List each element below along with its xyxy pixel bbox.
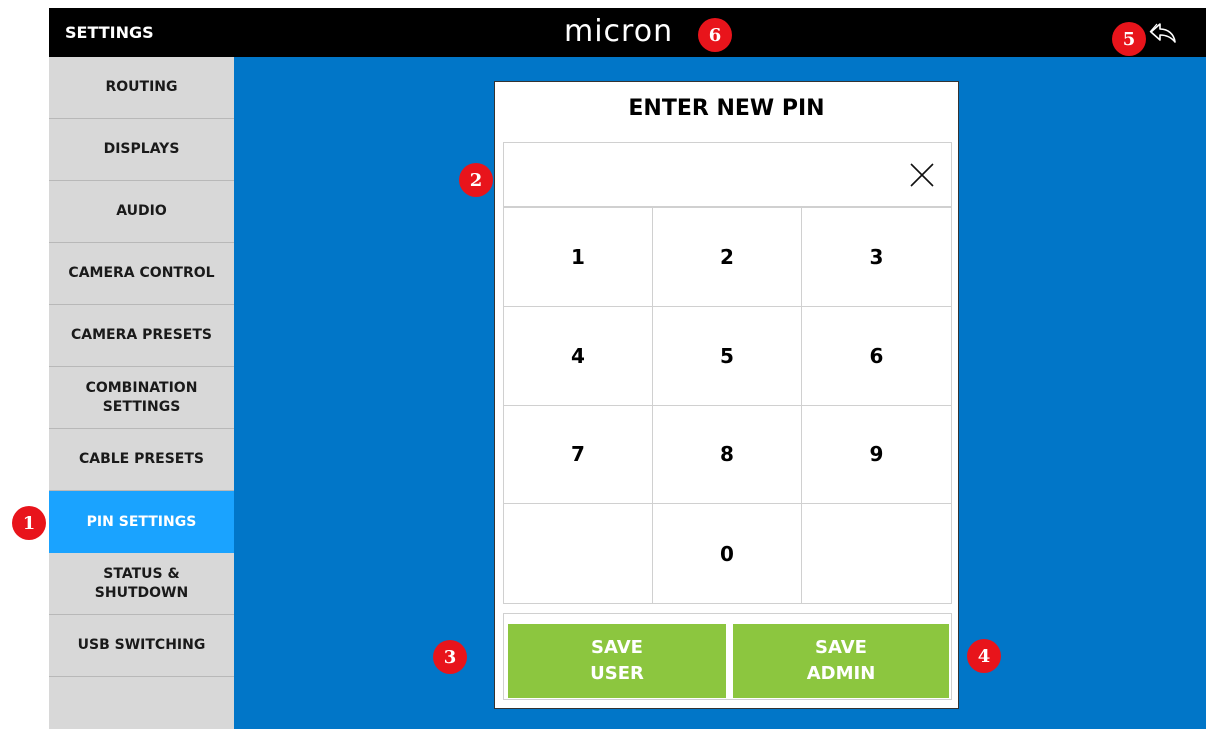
sidebar-item-camera-presets[interactable]: CAMERA PRESETS (49, 305, 234, 367)
back-arrow-icon[interactable] (1149, 21, 1177, 45)
annotation-marker-2: 2 (459, 163, 493, 197)
close-icon[interactable] (907, 160, 937, 190)
top-bar: SETTINGS micron (49, 8, 1206, 57)
key-6[interactable]: 6 (802, 307, 951, 406)
key-0[interactable]: 0 (653, 504, 802, 603)
save-user-button[interactable]: SAVE USER (508, 624, 726, 698)
key-5[interactable]: 5 (653, 306, 802, 406)
micron-logo: micron (564, 14, 674, 49)
sidebar-item-pin-settings[interactable]: PIN SETTINGS (49, 491, 234, 553)
sidebar-item-cable-presets[interactable]: CABLE PRESETS (49, 429, 234, 491)
pin-input[interactable] (503, 142, 952, 207)
annotation-marker-4: 4 (967, 639, 1001, 673)
save-admin-button[interactable]: SAVE ADMIN (733, 624, 949, 698)
key-7[interactable]: 7 (504, 405, 653, 505)
sidebar-item-combination-settings[interactable]: COMBINATION SETTINGS (49, 367, 234, 429)
key-blank-left (504, 504, 653, 603)
pin-dialog: ENTER NEW PIN 1 2 3 4 5 6 7 8 9 0 SAVE U… (494, 81, 959, 709)
key-3[interactable]: 3 (802, 208, 951, 307)
sidebar-item-usb-switching[interactable]: USB SWITCHING (49, 615, 234, 677)
key-blank-right (802, 504, 951, 603)
key-9[interactable]: 9 (802, 406, 951, 505)
settings-app: SETTINGS micron ROUTING DISPLAYS AUDIO C… (49, 8, 1206, 729)
annotation-marker-6: 6 (698, 18, 732, 52)
annotation-marker-1: 1 (12, 506, 46, 540)
sidebar: ROUTING DISPLAYS AUDIO CAMERA CONTROL CA… (49, 57, 234, 729)
keypad: 1 2 3 4 5 6 7 8 9 0 (503, 207, 952, 604)
key-2[interactable]: 2 (653, 208, 802, 307)
dialog-title: ENTER NEW PIN (628, 96, 825, 121)
annotation-marker-3: 3 (433, 640, 467, 674)
key-1[interactable]: 1 (504, 208, 653, 307)
annotation-marker-5: 5 (1112, 22, 1146, 56)
sidebar-item-status-shutdown[interactable]: STATUS & SHUTDOWN (49, 553, 234, 615)
sidebar-item-camera-control[interactable]: CAMERA CONTROL (49, 243, 234, 305)
key-4[interactable]: 4 (504, 306, 653, 406)
sidebar-item-audio[interactable]: AUDIO (49, 181, 234, 243)
page-title: SETTINGS (65, 23, 154, 42)
save-button-row: SAVE USER SAVE ADMIN (503, 613, 952, 700)
sidebar-item-routing[interactable]: ROUTING (49, 57, 234, 119)
sidebar-item-displays[interactable]: DISPLAYS (49, 119, 234, 181)
key-8[interactable]: 8 (653, 405, 802, 505)
